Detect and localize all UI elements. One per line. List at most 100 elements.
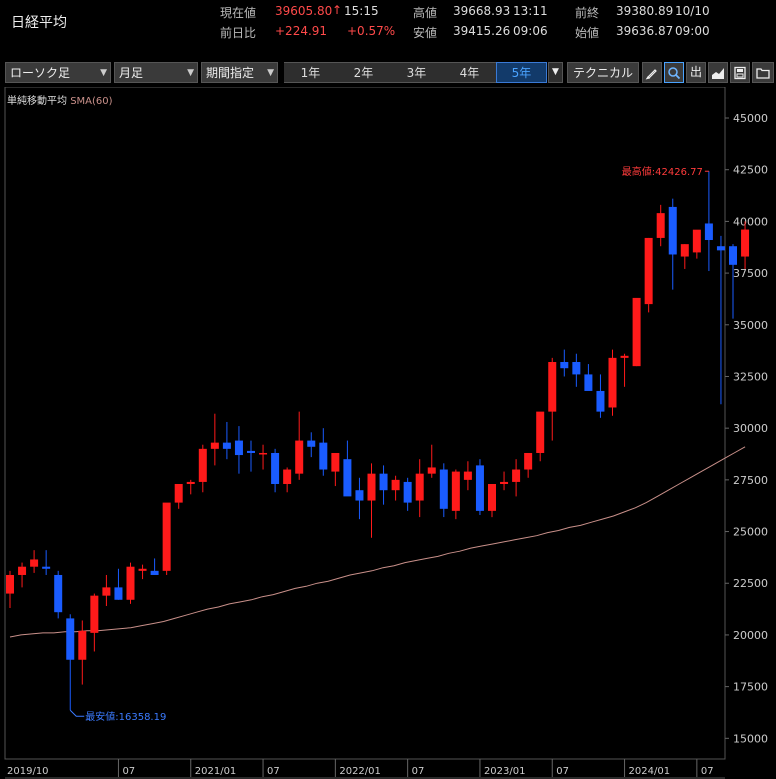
folder-button[interactable] (752, 62, 774, 83)
quote-header: 日経平均 現在値 39605.80 ↑ 15:15 前日比 +224.91 +0… (0, 0, 776, 58)
candle-body-down (271, 452, 280, 484)
zoom-icon (668, 67, 681, 80)
candle-body-down (66, 618, 75, 660)
candle-body-up (680, 244, 689, 257)
candle-body-down (355, 490, 364, 501)
current-time: 15:15 (344, 4, 379, 18)
candle-body-up (210, 442, 219, 449)
candle-body-up (620, 355, 629, 358)
period-tab-5y[interactable]: 5年 (496, 62, 547, 83)
candle-body-up (644, 237, 653, 305)
y-tick-label: 42500 (733, 164, 768, 177)
current-value: 39605.80 (275, 4, 333, 18)
indicator-name: SMA(60) (70, 96, 113, 107)
candle-body-up (18, 566, 27, 575)
candle-body-up (632, 297, 641, 367)
candle-body-down (319, 442, 328, 470)
candle-body-down (54, 574, 63, 613)
candle-body-up (186, 481, 195, 484)
y-tick-label: 30000 (733, 422, 768, 435)
high-value: 39668.93 (453, 4, 511, 18)
indicator-legend: 単純移動平均 SMA(60) (7, 92, 113, 107)
prev-close-date: 10/10 (675, 4, 710, 18)
candle-body-down (704, 223, 713, 241)
candle-body-up (90, 595, 99, 633)
period-tab-4y[interactable]: 4年 (443, 62, 496, 83)
candle-body-up (78, 630, 87, 660)
chart-type-select[interactable]: ローソク足 ▼ (5, 62, 111, 83)
chart-area[interactable]: 2019/10 07 2021/01 07 2022/01 07 2023/01 07 2024… (0, 87, 776, 779)
candle-body-up (608, 357, 617, 408)
candle-body-up (500, 481, 509, 484)
period-tab-3y[interactable]: 3年 (390, 62, 443, 83)
candle-body-down (379, 473, 388, 491)
open-time: 09:00 (675, 24, 710, 38)
interval-value: 月足 (119, 66, 144, 80)
candlestick-chart[interactable]: 2019/10 07 2021/01 07 2022/01 07 2023/01 07 2024… (0, 87, 776, 779)
low-label: 安値 (413, 26, 438, 40)
interval-select[interactable]: 月足 ▼ (114, 62, 198, 83)
prev-close-label: 前終 (575, 6, 600, 20)
period-tab-1y[interactable]: 1年 (284, 62, 337, 83)
y-tick-label: 27500 (733, 474, 768, 487)
page-title: 日経平均 (11, 15, 67, 31)
technical-button[interactable]: テクニカル (567, 62, 639, 83)
candle-body-up (512, 469, 521, 482)
save-icon (734, 66, 746, 80)
low-time: 09:06 (513, 24, 548, 38)
min-annotation-line (69, 709, 85, 717)
folder-icon (756, 68, 770, 79)
period-dropdown-button[interactable]: ▼ (548, 62, 563, 83)
y-tick-label: 40000 (733, 215, 768, 228)
candle-body-down (42, 566, 51, 569)
x-tick-label: 07 (556, 766, 569, 777)
area-chart-button[interactable] (708, 62, 728, 83)
y-tick-label: 35000 (733, 319, 768, 332)
chart-toolbar: ローソク足 ▼ 月足 ▼ 期間指定 ▼ 1年 2年 3年 4年 5年 ▼ テクニ… (0, 60, 776, 85)
zoom-button[interactable] (664, 62, 684, 83)
candle-body-down (114, 587, 123, 600)
chevron-down-icon: ▼ (187, 68, 194, 78)
low-value: 39415.26 (453, 24, 511, 38)
candle-body-up (391, 479, 400, 491)
save-button[interactable] (730, 62, 750, 83)
range-mode-select[interactable]: 期間指定 ▼ (201, 62, 278, 83)
chart-type-value: ローソク足 (10, 66, 71, 80)
candle-body-up (295, 440, 304, 474)
y-tick-label: 17500 (733, 681, 768, 694)
candle-body-down (596, 390, 605, 412)
candle-body-up (367, 473, 376, 501)
candle-body-up (331, 452, 340, 472)
x-tick-label: 2024/01 (629, 766, 671, 777)
y-tick-label: 22500 (733, 577, 768, 590)
candle-body-down (247, 450, 255, 453)
area-chart-icon (712, 68, 724, 79)
candle-body-up (283, 469, 292, 484)
x-tick-label: 2022/01 (339, 766, 381, 777)
pencil-button[interactable] (642, 62, 662, 83)
candle-body-down (307, 440, 316, 447)
candle-body-down (668, 206, 677, 255)
up-arrow-icon: ↑ (332, 3, 343, 17)
plot-frame (4, 87, 726, 760)
y-tick-label: 20000 (733, 629, 768, 642)
period-tab-2y[interactable]: 2年 (337, 62, 390, 83)
high-time: 13:11 (513, 4, 548, 18)
candle-body-up (30, 559, 39, 567)
candle-body-down (439, 469, 448, 509)
volume-icon: 出 (689, 65, 702, 79)
change-label: 前日比 (220, 26, 257, 40)
candle-body-down (234, 440, 243, 456)
chevron-down-icon: ▼ (100, 68, 107, 78)
candle-body-down (343, 459, 352, 497)
high-label: 高値 (413, 6, 438, 20)
candle-body-down (475, 465, 484, 511)
candle-body-down (716, 246, 725, 251)
candle-body-down (729, 246, 737, 265)
candle-body-down (222, 442, 231, 449)
volume-button[interactable]: 出 (686, 62, 706, 83)
chevron-down-icon: ▼ (552, 67, 559, 77)
y-tick-label: 37500 (733, 267, 768, 280)
candle-body-down (560, 362, 569, 369)
candle-body-up (126, 566, 135, 600)
